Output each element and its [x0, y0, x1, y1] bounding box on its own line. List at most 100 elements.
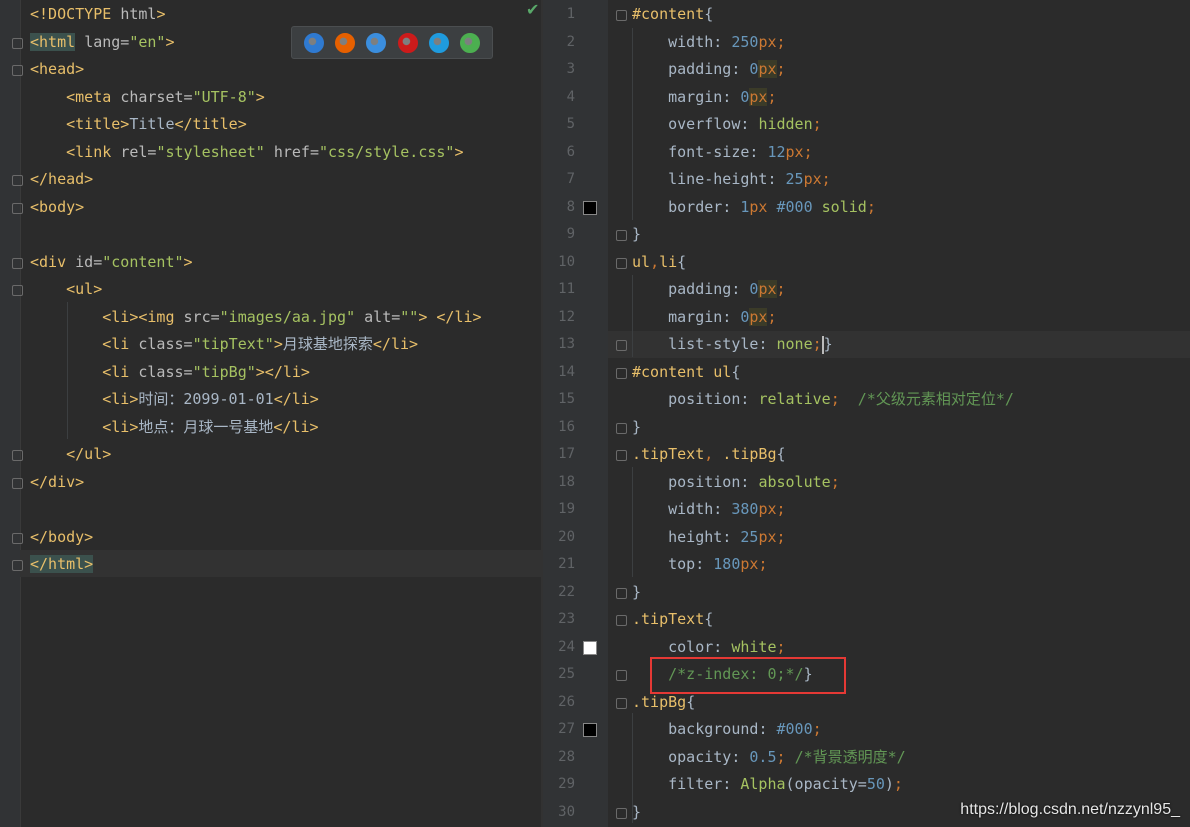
line-number: 12 — [558, 308, 575, 325]
code-line: margin: 0px; — [668, 307, 777, 326]
code-line: <div id="content"> — [30, 252, 193, 271]
code-line: ul,li{ — [632, 252, 687, 271]
fold-toggle-icon[interactable] — [12, 175, 23, 186]
color-swatch-icon[interactable] — [583, 200, 597, 215]
fold-toggle-icon[interactable] — [616, 257, 627, 269]
code-line: border: 1px #000 solid; — [668, 197, 876, 216]
line-number: 21 — [558, 556, 575, 572]
code-line: <li>地点：月球一号基地</li> — [102, 417, 319, 436]
code-line: <li><img src="images/aa.jpg" alt=""> </l… — [102, 307, 482, 326]
code-line: } — [632, 225, 642, 243]
line-number: 16 — [558, 418, 575, 435]
fold-toggle-icon[interactable] — [616, 422, 627, 434]
line-number: 11 — [558, 281, 575, 297]
line-number: 14 — [558, 363, 575, 380]
fold-toggle-icon[interactable] — [616, 587, 627, 599]
fold-toggle-icon[interactable] — [12, 532, 23, 544]
line-number: 24 — [558, 638, 575, 655]
code-line: #content ul{ — [632, 362, 741, 381]
html-editor-pane[interactable]: <!DOCTYPE html> <html lang="en"> <head> <m… — [0, 0, 542, 827]
fold-toggle-icon[interactable] — [616, 450, 627, 461]
fold-toggle-icon[interactable] — [616, 697, 627, 709]
code-line: height: 25px; — [668, 527, 786, 546]
watermark: https://blog.csdn.net/nzzynl95_ — [960, 801, 1180, 818]
line-number: 4 — [566, 88, 575, 105]
code-line: line-height: 25px; — [668, 170, 831, 188]
code-line: width: 250px; — [668, 32, 786, 51]
line-number: 27 — [558, 721, 575, 737]
line-number: 15 — [558, 391, 575, 407]
code-line: overflow: hidden; — [668, 115, 822, 133]
line-number: 19 — [558, 501, 575, 517]
line-number: 13 — [558, 336, 575, 352]
fold-toggle-icon[interactable] — [12, 285, 23, 296]
code-line: <title>Title</title> — [66, 115, 247, 133]
fold-toggle-icon[interactable] — [616, 340, 627, 351]
code-line: list-style: none;} — [668, 335, 833, 354]
code-line: background: #000; — [668, 720, 822, 738]
fold-toggle-icon[interactable] — [616, 807, 627, 819]
line-number: 17 — [558, 446, 575, 462]
fold-toggle-icon[interactable] — [616, 670, 627, 681]
fold-toggle-icon[interactable] — [12, 37, 23, 49]
ie-icon[interactable] — [428, 32, 449, 53]
line-number: 23 — [558, 611, 575, 627]
css-editor-pane[interactable]: 1 #content{2 width: 250px; 3 padding: 0px;… — [543, 0, 1190, 827]
code-line: <ul> — [66, 280, 103, 298]
fold-toggle-icon[interactable] — [616, 615, 627, 626]
code-line: top: 180px; — [668, 555, 768, 573]
code-line: } — [632, 417, 642, 436]
fold-toggle-icon[interactable] — [12, 477, 23, 489]
code-line: </body> — [30, 527, 94, 546]
fold-toggle-icon[interactable] — [616, 10, 627, 21]
code-line: opacity: 0.5; /*背景透明度*/ — [668, 747, 906, 766]
code-line: </div> — [30, 472, 85, 491]
code-line: filter: Alpha(opacity=50); — [668, 775, 903, 793]
edge-icon[interactable] — [303, 32, 324, 53]
line-number: 5 — [566, 116, 575, 132]
code-line: font-size: 12px; — [668, 142, 813, 161]
left-gutter — [0, 0, 21, 827]
line-number: 10 — [558, 253, 575, 270]
firefox-icon[interactable] — [334, 32, 355, 53]
fold-toggle-icon[interactable] — [616, 367, 627, 379]
line-number: 7 — [566, 171, 575, 187]
line-number: 3 — [566, 61, 575, 77]
line-number: 25 — [558, 666, 575, 682]
code-line: <head> — [30, 60, 85, 78]
safari-icon[interactable] — [366, 32, 387, 53]
code-line: </head> — [30, 170, 94, 188]
line-number: 22 — [558, 583, 575, 600]
code-line: <li class="tipText">月球基地探索</li> — [102, 335, 419, 353]
line-number: 28 — [558, 748, 575, 765]
code-line: } — [632, 802, 642, 821]
browser-preview-toolbar — [291, 26, 493, 59]
line-number: 26 — [558, 693, 575, 710]
color-swatch-icon[interactable] — [583, 640, 597, 655]
color-swatch-icon[interactable] — [583, 723, 597, 737]
fold-toggle-icon[interactable] — [12, 257, 23, 269]
code-line: </html> — [30, 555, 94, 573]
fold-toggle-icon[interactable] — [12, 202, 23, 214]
code-line: padding: 0px; — [668, 280, 786, 298]
fold-toggle-icon[interactable] — [12, 65, 23, 76]
line-number: 6 — [566, 143, 575, 160]
code-line: <li class="tipBg"></li> — [102, 362, 310, 381]
code-line: </ul> — [66, 445, 112, 463]
line-number: 8 — [566, 198, 575, 215]
fold-toggle-icon[interactable] — [12, 560, 23, 571]
opera-icon[interactable] — [397, 32, 418, 53]
line-number: 1 — [566, 6, 575, 22]
chrome-icon[interactable] — [460, 32, 481, 53]
code-line: <meta charset="UTF-8"> — [66, 87, 265, 106]
fold-toggle-icon[interactable] — [616, 230, 627, 241]
current-line-highlight — [20, 550, 542, 577]
code-line: <link rel="stylesheet" href="css/style.c… — [66, 142, 464, 161]
annotation-highlight-box — [650, 657, 846, 694]
code-line: <body> — [30, 197, 85, 216]
code-line: margin: 0px; — [668, 87, 777, 106]
checkmark-icon: ✔ — [526, 0, 540, 19]
code-line: <!DOCTYPE html> — [30, 5, 166, 23]
line-number: 9 — [566, 226, 575, 242]
fold-toggle-icon[interactable] — [12, 450, 23, 461]
